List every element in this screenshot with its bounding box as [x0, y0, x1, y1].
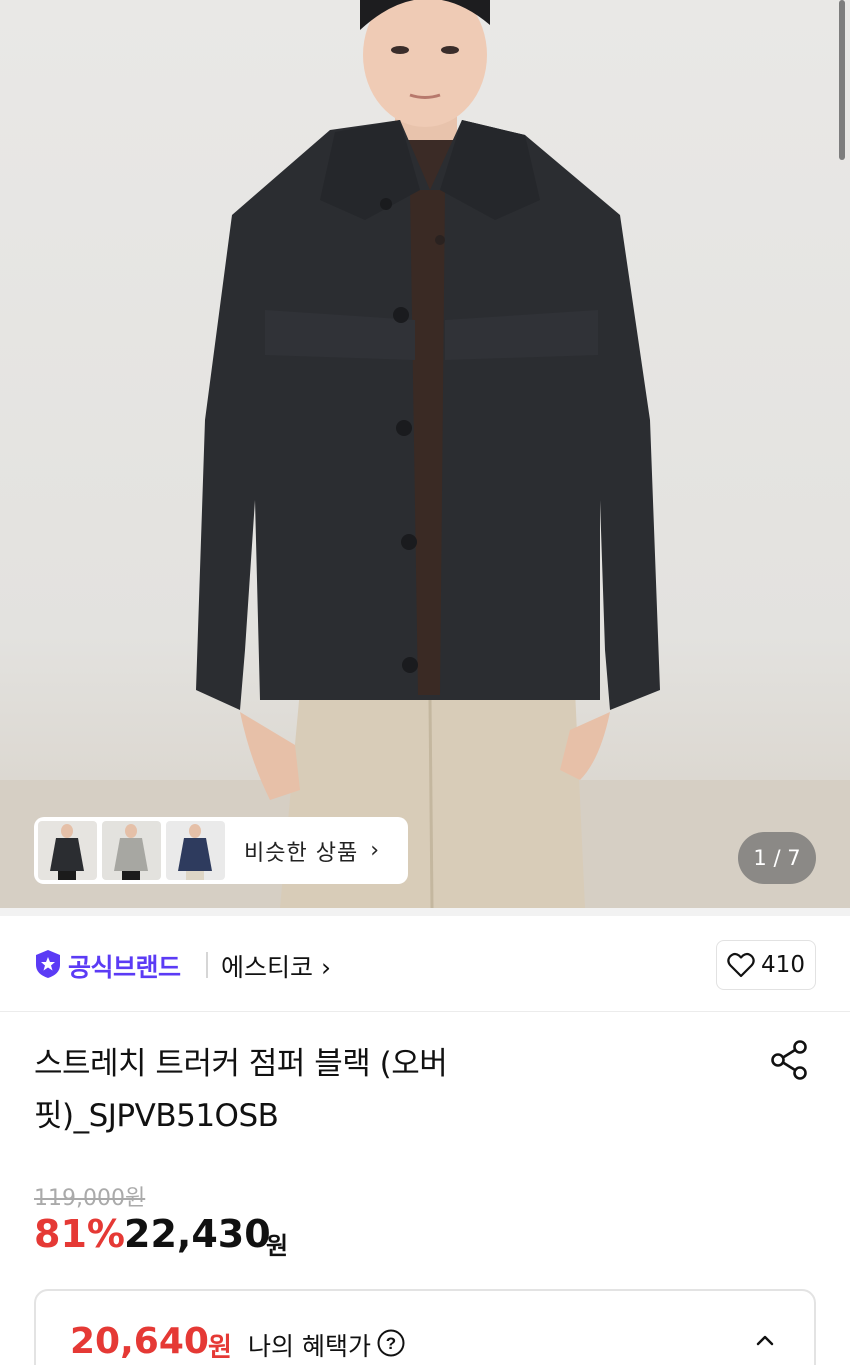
discount-rate: 81% — [34, 1212, 125, 1256]
product-image-carousel[interactable]: 비슷한 상품 › 1 / 7 — [0, 0, 850, 908]
benefit-label: 나의 혜택가 — [248, 1332, 371, 1361]
sale-price-currency: 원 — [266, 1232, 289, 1260]
product-photo — [0, 0, 850, 908]
like-count: 410 — [761, 952, 805, 978]
brand-link[interactable]: 에스티코 › — [221, 948, 331, 984]
thumb-image — [38, 821, 97, 880]
benefit-price: 20,640 — [70, 1321, 209, 1362]
like-button[interactable]: 410 — [716, 940, 816, 990]
svg-text:?: ? — [386, 1334, 396, 1353]
help-icon[interactable]: ? — [376, 1328, 406, 1358]
similar-products-button[interactable]: 비슷한 상품 › — [34, 817, 408, 884]
thumb-image — [166, 821, 225, 880]
product-title: 스트레치 트러커 점퍼 블랙 (오버 핏)_SJPVB51OSB — [34, 1038, 554, 1142]
product-title-line2: 핏)_SJPVB51OSB — [34, 1098, 279, 1134]
star-badge-icon — [36, 950, 60, 978]
section-divider — [0, 908, 850, 916]
official-brand-label: 공식브랜드 — [68, 953, 181, 982]
thumb-image — [102, 821, 161, 880]
brand-separator — [206, 952, 208, 978]
similar-thumb-black-jacket[interactable] — [38, 821, 97, 880]
my-benefit-price-panel[interactable]: 20,640 원 나의 혜택가 ? — [34, 1289, 816, 1365]
benefit-price-currency: 원 — [208, 1333, 232, 1363]
share-icon[interactable] — [768, 1038, 812, 1082]
similar-thumb-navy-jacket[interactable] — [166, 821, 225, 880]
brand-row: 공식브랜드 에스티코 › 410 — [0, 916, 850, 1012]
original-price: 119,000원 — [34, 1186, 146, 1211]
chevron-right-icon: › — [370, 838, 380, 863]
heart-icon — [727, 952, 755, 978]
image-counter: 1 / 7 — [738, 832, 816, 884]
similar-products-label: 비슷한 상품 — [244, 840, 359, 866]
product-title-line1: 스트레치 트러커 점퍼 블랙 (오버 — [34, 1046, 448, 1082]
sale-price: 22,430 — [124, 1212, 271, 1256]
chevron-up-icon[interactable] — [754, 1329, 776, 1351]
page-scrollbar[interactable] — [839, 0, 845, 160]
similar-thumb-gray-jacket[interactable] — [102, 821, 161, 880]
